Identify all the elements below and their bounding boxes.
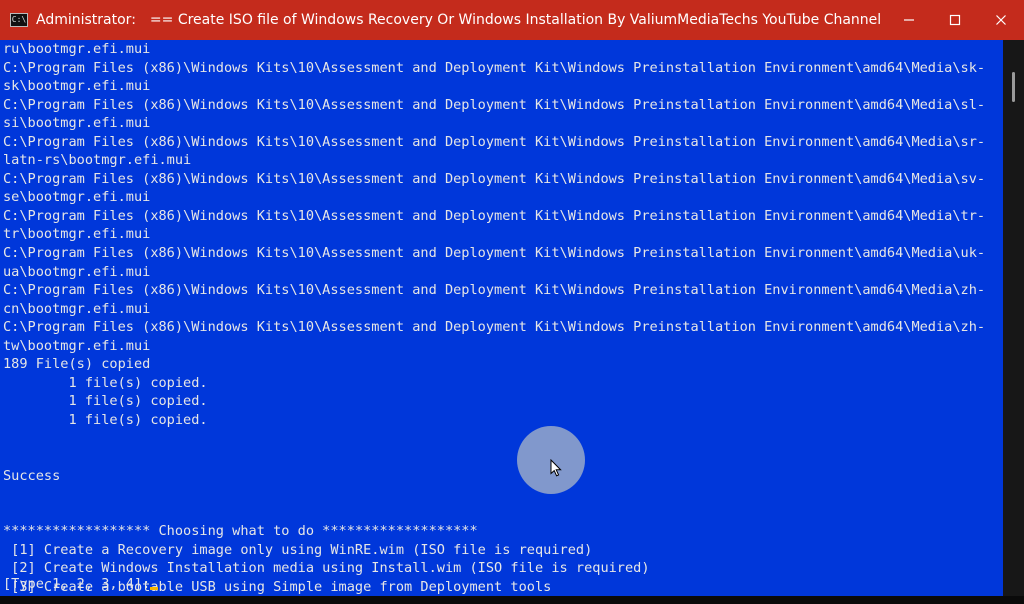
maximize-button[interactable] (932, 0, 978, 40)
vertical-scrollbar[interactable] (1003, 40, 1024, 596)
window-title: Administrator: == Create ISO file of Wind… (36, 12, 886, 28)
cmd-app-icon[interactable]: C:\ (10, 13, 28, 27)
minimize-icon (904, 19, 914, 21)
title-main: == Create ISO file of Windows Recovery O… (149, 12, 886, 28)
window-controls (886, 0, 1024, 40)
console-line: [1] Create a Recovery image only using W… (3, 541, 593, 558)
console-line: ****************** Choosing what to do *… (3, 523, 478, 540)
console-line: tr\bootmgr.efi.mui (3, 226, 151, 243)
console-line: ru\bootmgr.efi.mui (3, 41, 151, 57)
console-line: C:\Program Files (x86)\Windows Kits\10\A… (3, 96, 986, 113)
console-line: se\bootmgr.efi.mui (3, 189, 151, 206)
console-line: C:\Program Files (x86)\Windows Kits\10\A… (3, 319, 986, 336)
prompt-text: [Type 1, 2, 3, 4]: (3, 576, 151, 592)
title-prefix: Administrator: (36, 12, 136, 28)
console-line: C:\Program Files (x86)\Windows Kits\10\A… (3, 282, 986, 299)
console-line: [2] Create Windows Installation media us… (3, 560, 650, 577)
console-line: 1 file(s) copied. (3, 411, 208, 428)
console-line: C:\Program Files (x86)\Windows Kits\10\A… (3, 170, 986, 187)
mouse-pointer-icon (550, 459, 562, 477)
console-line: 1 file(s) copied. (3, 393, 208, 410)
close-button[interactable] (978, 0, 1024, 40)
console-text: ru\bootmgr.efi.mui C:\Program Files (x86… (0, 40, 1003, 596)
console-line: C:\Program Files (x86)\Windows Kits\10\A… (3, 245, 986, 262)
console-line: latn-rs\bootmgr.efi.mui (3, 152, 192, 169)
console-line: si\bootmgr.efi.mui (3, 115, 151, 132)
console-line: sk\bootmgr.efi.mui (3, 78, 151, 95)
window-bottom-edge (0, 596, 1024, 604)
console-line: cn\bootmgr.efi.mui (3, 300, 151, 317)
maximize-icon (949, 14, 961, 26)
console-line: ua\bootmgr.efi.mui (3, 263, 151, 280)
console-line: Success (3, 467, 61, 484)
console-line: C:\Program Files (x86)\Windows Kits\10\A… (3, 133, 986, 150)
terminal-window: C:\ Administrator: == Create ISO file of … (0, 0, 1024, 604)
close-icon (996, 15, 1006, 25)
console-line: C:\Program Files (x86)\Windows Kits\10\A… (3, 207, 986, 224)
console-line: 189 File(s) copied (3, 356, 151, 373)
console-line: tw\bootmgr.efi.mui (3, 337, 151, 354)
console-output[interactable]: ru\bootmgr.efi.mui C:\Program Files (x86… (0, 40, 1003, 596)
title-bar[interactable]: C:\ Administrator: == Create ISO file of … (0, 0, 1024, 40)
text-cursor (150, 587, 159, 590)
console-line: C:\Program Files (x86)\Windows Kits\10\A… (3, 59, 986, 76)
scrollbar-thumb[interactable] (1012, 72, 1015, 102)
minimize-button[interactable] (886, 0, 932, 40)
console-line: 1 file(s) copied. (3, 374, 208, 391)
console-prompt[interactable]: [Type 1, 2, 3, 4]: (3, 575, 159, 594)
